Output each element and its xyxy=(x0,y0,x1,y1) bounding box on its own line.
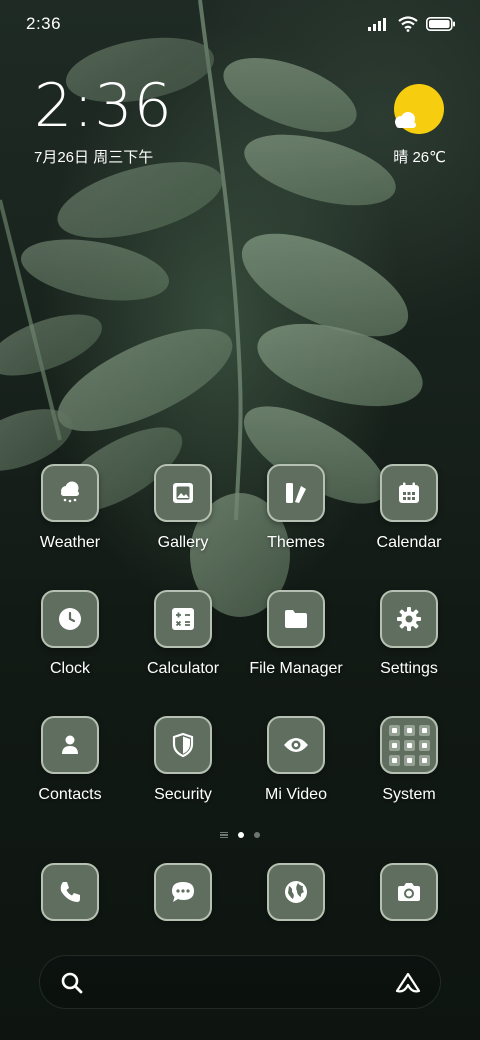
battery-icon xyxy=(426,17,455,31)
app-label: Contacts xyxy=(38,786,102,803)
dock-messaging[interactable] xyxy=(128,863,241,925)
folder-grid xyxy=(388,724,430,766)
app-label: File Manager xyxy=(249,660,343,677)
dock-browser[interactable] xyxy=(241,863,354,925)
weather-widget[interactable]: 晴 26℃ xyxy=(364,82,446,166)
app-themes[interactable]: Themes xyxy=(241,464,354,574)
status-icons xyxy=(368,14,456,34)
app-file-manager[interactable]: File Manager xyxy=(241,590,354,700)
weather-text: 晴 26℃ xyxy=(393,149,446,166)
app-label: Themes xyxy=(267,534,325,551)
eye-icon xyxy=(267,716,325,774)
page-dot xyxy=(254,832,260,838)
calendar-icon xyxy=(380,464,438,522)
contacts-icon xyxy=(41,716,99,774)
app-label: Settings xyxy=(380,660,438,677)
menu-icon xyxy=(220,831,228,839)
phone-icon xyxy=(41,863,99,921)
calculator-icon xyxy=(154,590,212,648)
app-label: Weather xyxy=(39,534,101,551)
page-dot-active xyxy=(238,832,244,838)
dock-phone[interactable] xyxy=(15,863,128,925)
clock-icon xyxy=(41,590,99,648)
app-label: Clock xyxy=(49,660,90,677)
clock-widget-time[interactable]: 2:36 xyxy=(34,76,173,136)
signal-icon xyxy=(368,18,386,31)
app-calculator[interactable]: Calculator xyxy=(128,590,241,700)
status-bar: 2:36 xyxy=(0,0,480,50)
shield-icon xyxy=(154,716,212,774)
folder-grid-icon xyxy=(380,716,438,774)
app-security[interactable]: Security xyxy=(128,716,241,826)
search-icon[interactable] xyxy=(60,971,84,995)
app-calendar[interactable]: Calendar xyxy=(354,464,467,574)
globe-icon xyxy=(267,863,325,921)
themes-icon xyxy=(267,464,325,522)
dock-camera[interactable] xyxy=(354,863,467,925)
status-time: 2:36 xyxy=(26,14,62,33)
app-contacts[interactable]: Contacts xyxy=(15,716,128,826)
assistant-icon[interactable] xyxy=(394,971,422,995)
search-bar[interactable] xyxy=(39,955,441,1009)
weather-icon xyxy=(41,464,99,522)
page-indicator[interactable] xyxy=(0,829,480,841)
gear-icon xyxy=(380,590,438,648)
sun-cloud-icon xyxy=(394,84,444,134)
app-gallery[interactable]: Gallery xyxy=(128,464,241,574)
folder-icon xyxy=(267,590,325,648)
app-label: Mi Video xyxy=(265,786,327,803)
clock-widget-date[interactable]: 7月26日 周三下午 xyxy=(34,146,153,167)
wifi-icon xyxy=(398,16,418,32)
message-icon xyxy=(154,863,212,921)
app-clock[interactable]: Clock xyxy=(15,590,128,700)
app-label: Calculator xyxy=(146,660,220,677)
camera-icon xyxy=(380,863,438,921)
app-label: System xyxy=(382,786,436,803)
app-weather[interactable]: Weather xyxy=(15,464,128,574)
app-label: Security xyxy=(154,786,212,803)
app-label: Calendar xyxy=(376,534,442,551)
app-label: Gallery xyxy=(157,534,209,551)
app-settings[interactable]: Settings xyxy=(354,590,467,700)
app-mi-video[interactable]: Mi Video xyxy=(241,716,354,826)
app-system-folder[interactable]: System xyxy=(354,716,467,826)
gallery-icon xyxy=(154,464,212,522)
